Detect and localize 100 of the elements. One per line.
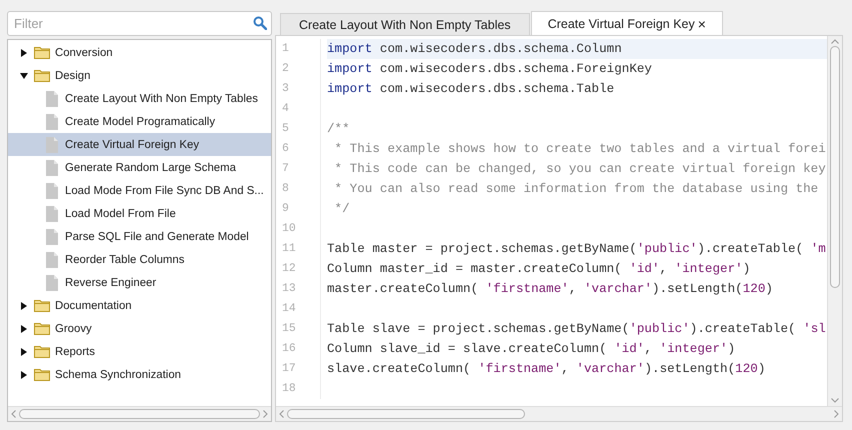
scroll-left-icon[interactable]	[279, 410, 284, 418]
expand-arrow-icon[interactable]	[20, 302, 28, 310]
code-text: com.wisecoders.dbs.schema.ForeignKey	[378, 62, 652, 76]
tree-item[interactable]: Reorder Table Columns	[8, 248, 271, 271]
horizontal-scrollbar[interactable]	[8, 406, 271, 421]
line-number: 12	[276, 259, 321, 279]
code-text: Table master = project.schemas.getByName(	[327, 242, 637, 256]
scroll-up-icon[interactable]	[831, 39, 839, 44]
line-number: 6	[276, 139, 321, 159]
tree-item[interactable]: Reports	[8, 340, 271, 363]
keyword-text: import	[327, 62, 372, 76]
string-literal: 'firstname'	[478, 362, 562, 376]
expand-arrow-icon[interactable]	[20, 48, 28, 56]
file-icon	[46, 182, 58, 198]
tree-item-label: Reorder Table Columns	[65, 254, 184, 266]
collapse-arrow-icon[interactable]	[20, 72, 28, 80]
filter-field[interactable]: Filter	[7, 11, 272, 36]
code-text: master.createColumn(	[327, 282, 480, 296]
tree-item[interactable]: Create Model Programatically	[8, 110, 271, 133]
tree-item-label: Documentation	[55, 300, 132, 312]
line-number: 10	[276, 219, 321, 239]
tree-item-label: Create Virtual Foreign Key	[65, 138, 200, 150]
string-literal: 'public'	[629, 322, 690, 336]
code-text: )	[765, 282, 773, 296]
scroll-right-icon[interactable]	[263, 410, 268, 418]
code-editor[interactable]	[275, 35, 843, 422]
folder-icon	[34, 368, 50, 381]
code-text: Column master_id = master.createColumn(	[327, 262, 623, 276]
tree-item[interactable]: Documentation	[8, 294, 271, 317]
tree-item-label: Load Mode From File Sync DB And S...	[65, 184, 264, 196]
tree-item-label: Schema Synchronization	[55, 368, 181, 380]
search-icon	[253, 16, 267, 30]
tree-item[interactable]: Conversion	[8, 41, 271, 64]
file-icon	[46, 274, 58, 290]
editor-tab[interactable]: Create Virtual Foreign Key ×	[530, 11, 723, 35]
tree-item[interactable]: Parse SQL File and Generate Model	[8, 225, 271, 248]
vertical-scrollbar[interactable]	[827, 36, 842, 406]
editor-tab[interactable]: Create Layout With Non Empty Tables	[280, 13, 530, 35]
string-literal: 'id'	[614, 342, 644, 356]
tree-item[interactable]: Create Virtual Foreign Key	[8, 133, 271, 156]
folder-icon	[34, 345, 50, 358]
tree-item-label: Reports	[55, 346, 95, 358]
tree-item[interactable]: Schema Synchronization	[8, 363, 271, 386]
string-literal: 'varchar'	[576, 362, 644, 376]
line-number: 3	[276, 79, 321, 99]
code-text: ).setLength(	[652, 282, 743, 296]
tree-item-label: Design	[55, 70, 90, 82]
string-literal: 'integer'	[660, 342, 728, 356]
string-literal: 'm	[810, 242, 826, 256]
code-text: ).setLength(	[644, 362, 736, 376]
code-text: ).createTable(	[697, 242, 804, 256]
line-number: 18	[276, 379, 321, 399]
code-text: )	[758, 362, 766, 376]
code-text: ,	[644, 342, 653, 356]
tree-item-label: Reverse Engineer	[65, 276, 156, 288]
close-icon[interactable]: ×	[698, 16, 706, 32]
tree-item-label: Generate Random Large Schema	[65, 162, 236, 174]
tree-item-label: Create Model Programatically	[65, 116, 216, 128]
expand-arrow-icon[interactable]	[20, 348, 28, 356]
tree-item[interactable]: Groovy	[8, 317, 271, 340]
file-icon	[46, 90, 58, 106]
tree-item[interactable]: Design	[8, 64, 271, 87]
comment-text: * This code can be changed, so you can create virtual foreign key	[334, 162, 826, 176]
tree-item[interactable]: Create Layout With Non Empty Tables	[8, 87, 271, 110]
scroll-down-icon[interactable]	[831, 398, 839, 403]
expand-arrow-icon[interactable]	[20, 324, 28, 332]
code-text: ,	[561, 362, 570, 376]
folder-icon	[34, 46, 50, 59]
folder-icon	[34, 299, 50, 312]
file-icon	[46, 136, 58, 152]
code-text: ).createTable(	[690, 322, 797, 336]
tree-item-label: Load Model From File	[65, 208, 176, 220]
folder-icon	[34, 322, 50, 335]
tree-item[interactable]: Load Mode From File Sync DB And S...	[8, 179, 271, 202]
code-text: com.wisecoders.dbs.schema.Column	[378, 42, 622, 56]
horizontal-scrollbar[interactable]	[276, 406, 842, 421]
expand-arrow-icon[interactable]	[20, 370, 28, 378]
line-number: 13	[276, 279, 321, 299]
code-text: ,	[660, 262, 668, 276]
tree-item[interactable]: Reverse Engineer	[8, 271, 271, 294]
scroll-right-icon[interactable]	[834, 410, 839, 418]
file-icon	[46, 252, 58, 268]
string-literal: 'integer'	[674, 262, 743, 276]
folder-icon	[34, 69, 50, 82]
string-literal: 'public'	[636, 242, 698, 256]
string-literal: 'varchar'	[584, 282, 652, 296]
line-number: 11	[276, 239, 321, 259]
code-text: )	[742, 262, 750, 276]
line-number: 9	[276, 199, 321, 219]
tree-item[interactable]: Generate Random Large Schema	[8, 156, 271, 179]
number-literal: 120	[742, 282, 766, 296]
tree-item-label: Groovy	[55, 322, 92, 334]
scroll-left-icon[interactable]	[11, 410, 16, 418]
line-number: 7	[276, 159, 321, 179]
line-number: 15	[276, 319, 321, 339]
tree-item[interactable]: Load Model From File	[8, 202, 271, 225]
comment-text: /**	[327, 122, 350, 136]
keyword-text: import	[327, 42, 372, 56]
line-number: 8	[276, 179, 321, 199]
file-icon	[46, 228, 58, 244]
